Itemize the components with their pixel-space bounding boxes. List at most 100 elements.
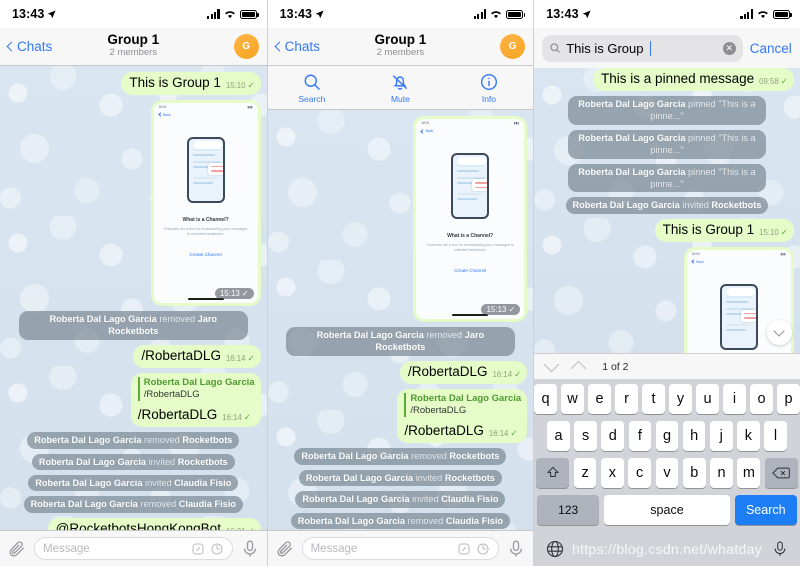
read-check-icon: ✓ xyxy=(780,75,788,86)
message-input[interactable]: Message xyxy=(34,537,233,560)
message-list: This is Group 1 15:10 ✓ 18:04 ▮▮▮ Back W… xyxy=(0,66,267,530)
back-to-chats-button[interactable]: Chats xyxy=(6,39,52,54)
message-bubble-outgoing[interactable]: This is Group 1 15:10 ✓ xyxy=(121,72,261,95)
timer-icon[interactable] xyxy=(476,542,490,556)
search-input[interactable]: This is Group ✕ xyxy=(542,34,743,62)
message-bubble-outgoing[interactable]: /RobertaDLG 16:14 ✓ xyxy=(133,344,261,368)
key-y[interactable]: y xyxy=(669,384,692,414)
timer-icon[interactable] xyxy=(210,542,224,556)
action-search[interactable]: Search xyxy=(268,66,357,109)
key-a[interactable]: a xyxy=(547,421,570,451)
photo-body: Channels are a tool for broadcasting you… xyxy=(426,243,514,253)
message-bubble-outgoing[interactable]: @RocketbotsHongKongBot 16:21 ✓ xyxy=(47,517,261,530)
key-space[interactable]: space xyxy=(604,495,730,525)
paperclip-icon[interactable] xyxy=(275,539,295,559)
key-i[interactable]: i xyxy=(723,384,746,414)
key-x[interactable]: x xyxy=(600,458,624,488)
key-g[interactable]: g xyxy=(655,421,679,451)
key-t[interactable]: t xyxy=(642,384,665,414)
search-bar: This is Group ✕ Cancel xyxy=(534,28,800,68)
photo-body: Channels are a tool for broadcasting you… xyxy=(163,226,248,237)
message-bubble-photo[interactable]: 18:04 ▮▮▮ Back What is a Channel? Channe… xyxy=(150,99,261,306)
key-o[interactable]: o xyxy=(750,384,773,414)
photo-heading: What is a Channel? xyxy=(182,216,229,223)
status-time-text: 13:43 xyxy=(12,7,45,21)
message-input-bar: Message xyxy=(267,530,534,566)
clear-circle-icon[interactable]: ✕ xyxy=(722,41,736,55)
reply-quote-text: /RobertaDLG xyxy=(410,405,467,417)
key-e[interactable]: e xyxy=(588,384,611,414)
action-info[interactable]: Info xyxy=(445,66,534,109)
key-v[interactable]: v xyxy=(655,458,679,488)
message-list: 18:04 ▮▮▮ Back What is a Channel? Channe… xyxy=(268,110,534,530)
photo-status-icons: ▮▮▮ xyxy=(513,121,520,125)
key-f[interactable]: f xyxy=(628,421,652,451)
location-arrow-icon xyxy=(315,9,324,19)
key-m[interactable]: m xyxy=(737,458,761,488)
back-to-chats-button[interactable]: Chats xyxy=(274,39,320,54)
key-d[interactable]: d xyxy=(601,421,625,451)
message-bubble-photo[interactable]: 18:04 ▮▮▮ Back What is a Channel? Channe… xyxy=(413,116,528,322)
globe-icon[interactable] xyxy=(545,539,565,559)
chevron-up-icon[interactable] xyxy=(570,360,587,377)
chat-scroll-area[interactable]: 18:04 ▮▮▮ Back What is a Channel? Channe… xyxy=(267,110,534,530)
cancel-search-button[interactable]: Cancel xyxy=(750,41,792,56)
battery-icon xyxy=(772,9,792,19)
message-text: @RocketbotsHongKongBot xyxy=(55,520,221,530)
key-k[interactable]: k xyxy=(737,421,760,451)
search-result-count: 1 of 2 xyxy=(602,360,629,373)
key-search[interactable]: Search xyxy=(734,495,797,525)
key-h[interactable]: h xyxy=(682,421,706,451)
message-bubble-outgoing[interactable]: This is Group 1 15:10 ✓ xyxy=(654,218,794,242)
microphone-icon[interactable] xyxy=(771,540,789,558)
avatar[interactable]: G xyxy=(233,34,259,59)
shift-icon[interactable] xyxy=(536,458,570,488)
key-u[interactable]: u xyxy=(696,384,719,414)
panel-search: 13:43 This is Group ✕ Cancel This is a p… xyxy=(533,0,800,566)
message-input[interactable]: Message xyxy=(301,537,500,560)
key-b[interactable]: b xyxy=(682,458,706,488)
paperclip-icon[interactable] xyxy=(7,539,27,559)
chat-scroll-area[interactable]: This is Group 1 15:10 ✓ 18:04 ▮▮▮ Back W… xyxy=(0,66,267,530)
service-actor: Roberta Dal Lago Garcia xyxy=(578,98,686,109)
key-c[interactable]: c xyxy=(628,458,652,488)
chevron-down-icon[interactable] xyxy=(543,356,560,373)
microphone-icon[interactable] xyxy=(506,539,526,559)
service-message: Roberta Dal Lago Garcia removed Jaro Roc… xyxy=(286,327,515,356)
scroll-to-bottom-button[interactable] xyxy=(766,320,792,345)
key-z[interactable]: z xyxy=(573,458,597,488)
message-bubble-outgoing[interactable]: /RobertaDLG 16:14 ✓ xyxy=(400,360,528,384)
key-j[interactable]: j xyxy=(709,421,733,451)
sticker-icon[interactable] xyxy=(457,542,471,556)
key-p[interactable]: p xyxy=(777,384,800,414)
reply-quote-author: Roberta Dal Lago Garcia xyxy=(410,392,522,404)
action-info-label: Info xyxy=(481,93,497,104)
service-message: Roberta Dal Lago Garcia invited Rocketbo… xyxy=(31,453,235,470)
service-action: removed xyxy=(426,330,463,340)
key-l[interactable]: l xyxy=(764,421,787,451)
message-bubble-outgoing[interactable]: This is a pinned message 09:58 ✓ xyxy=(593,68,794,91)
service-object: Rocketbots xyxy=(182,435,233,446)
key-r[interactable]: r xyxy=(615,384,638,414)
keyboard-row-3: z x c v b n m xyxy=(536,458,798,488)
key-n[interactable]: n xyxy=(710,458,733,488)
photo-status-icons: ▮▮▮ xyxy=(247,104,253,109)
reply-quote[interactable]: Roberta Dal Lago Garcia /RobertaDLG xyxy=(404,392,522,418)
message-bubble-reply[interactable]: Roberta Dal Lago Garcia /RobertaDLG /Rob… xyxy=(130,372,261,428)
microphone-icon[interactable] xyxy=(240,539,260,559)
avatar[interactable]: G xyxy=(500,34,526,59)
photo-status-time: 18:04 xyxy=(421,121,430,125)
key-s[interactable]: s xyxy=(574,421,597,451)
photo-back-row: Back xyxy=(416,127,524,135)
sticker-icon[interactable] xyxy=(191,542,205,556)
key-q[interactable]: q xyxy=(534,384,557,414)
reply-quote[interactable]: Roberta Dal Lago Garcia /RobertaDLG xyxy=(137,376,255,402)
key-numbers[interactable]: 123 xyxy=(537,495,600,525)
backspace-icon[interactable] xyxy=(764,458,798,488)
action-mute[interactable]: Mute xyxy=(356,66,445,109)
chevron-left-icon xyxy=(274,41,285,52)
chat-scroll-area[interactable]: This is a pinned message 09:58 ✓ Roberta… xyxy=(534,68,800,353)
key-w[interactable]: w xyxy=(561,384,584,414)
message-bubble-reply[interactable]: Roberta Dal Lago Garcia /RobertaDLG /Rob… xyxy=(397,388,528,444)
message-time: 16:14 xyxy=(492,369,513,379)
